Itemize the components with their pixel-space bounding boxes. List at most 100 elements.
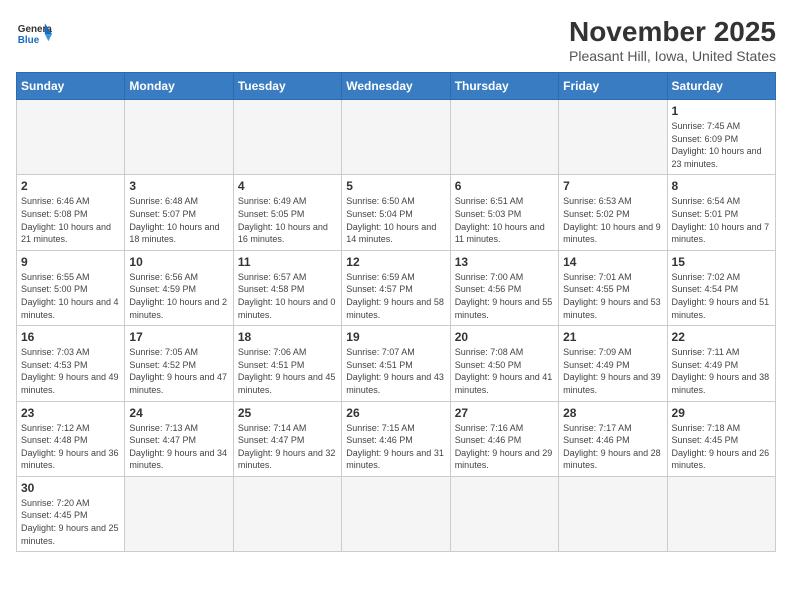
calendar-day: 16 Sunrise: 7:03 AMSunset: 4:53 PMDayligh… [17,326,125,401]
day-info: Sunrise: 7:16 AMSunset: 4:46 PMDaylight:… [455,422,554,472]
calendar-day: 6Sunrise: 6:51 AMSunset: 5:03 PMDaylight… [450,175,558,250]
calendar-day [559,100,667,175]
calendar-day: 7Sunrise: 6:53 AMSunset: 5:02 PMDaylight… [559,175,667,250]
calendar-day: 2Sunrise: 6:46 AMSunset: 5:08 PMDaylight… [17,175,125,250]
calendar-table: Sunday Monday Tuesday Wednesday Thursday… [16,72,776,552]
day-number: 30 [21,481,120,495]
day-number: 26 [346,406,445,420]
day-number: 19 [346,330,445,344]
calendar-day: 28Sunrise: 7:17 AMSunset: 4:46 PMDayligh… [559,401,667,476]
calendar-day: 22 Sunrise: 7:11 AMSunset: 4:49 PMDayligh… [667,326,775,401]
calendar-day [342,100,450,175]
day-info: Sunrise: 7:18 AMSunset: 4:45 PMDaylight:… [672,422,771,472]
day-number: 18 [238,330,337,344]
day-number: 27 [455,406,554,420]
col-thursday: Thursday [450,73,558,100]
day-info: Sunrise: 7:14 AMSunset: 4:47 PMDaylight:… [238,422,337,472]
calendar-day [233,100,341,175]
generalblue-logo-icon: General Blue [16,16,52,52]
day-number: 16 [21,330,120,344]
calendar-day [125,476,233,551]
col-friday: Friday [559,73,667,100]
calendar-day: 13 Sunrise: 7:00 AMSunset: 4:56 PMDayligh… [450,250,558,325]
col-tuesday: Tuesday [233,73,341,100]
day-number: 9 [21,255,120,269]
day-number: 15 [672,255,771,269]
col-monday: Monday [125,73,233,100]
calendar-week-row: 16 Sunrise: 7:03 AMSunset: 4:53 PMDayligh… [17,326,776,401]
day-info: Sunrise: 7:15 AMSunset: 4:46 PMDaylight:… [346,422,445,472]
calendar-day: 3Sunrise: 6:48 AMSunset: 5:07 PMDaylight… [125,175,233,250]
day-info: Sunrise: 6:53 AMSunset: 5:02 PMDaylight:… [563,195,662,245]
calendar-week-row: 2Sunrise: 6:46 AMSunset: 5:08 PMDaylight… [17,175,776,250]
calendar-day [450,476,558,551]
day-info: Sunrise: 7:09 AMSunset: 4:49 PMDaylight:… [563,346,662,396]
calendar-day: 19 Sunrise: 7:07 AMSunset: 4:51 PMDayligh… [342,326,450,401]
title-block: November 2025 Pleasant Hill, Iowa, Unite… [569,16,776,64]
calendar-day: 1Sunrise: 7:45 AMSunset: 6:09 PMDaylight… [667,100,775,175]
day-info: Sunrise: 6:50 AMSunset: 5:04 PMDaylight:… [346,195,445,245]
day-info: Sunrise: 7:13 AMSunset: 4:47 PMDaylight:… [129,422,228,472]
calendar-day: 24 Sunrise: 7:13 AMSunset: 4:47 PMDayligh… [125,401,233,476]
calendar-week-row: 9Sunrise: 6:55 AMSunset: 5:00 PMDaylight… [17,250,776,325]
day-number: 8 [672,179,771,193]
day-number: 13 [455,255,554,269]
day-info: Sunrise: 7:05 AMSunset: 4:52 PMDaylight:… [129,346,228,396]
calendar-day [667,476,775,551]
calendar-day: 27 Sunrise: 7:16 AMSunset: 4:46 PMDayligh… [450,401,558,476]
day-info: Sunrise: 6:48 AMSunset: 5:07 PMDaylight:… [129,195,228,245]
day-info: Sunrise: 6:51 AMSunset: 5:03 PMDaylight:… [455,195,554,245]
col-sunday: Sunday [17,73,125,100]
day-info: Sunrise: 7:12 AMSunset: 4:48 PMDaylight:… [21,422,120,472]
day-number: 24 [129,406,228,420]
calendar-day: 12 Sunrise: 6:59 AMSunset: 4:57 PMDayligh… [342,250,450,325]
calendar-day: 11Sunrise: 6:57 AMSunset: 4:58 PMDayligh… [233,250,341,325]
day-info: Sunrise: 6:59 AMSunset: 4:57 PMDaylight:… [346,271,445,321]
day-info: Sunrise: 7:20 AMSunset: 4:45 PMDaylight:… [21,497,120,547]
logo: General Blue [16,16,52,52]
day-info: Sunrise: 7:11 AMSunset: 4:49 PMDaylight:… [672,346,771,396]
calendar-subtitle: Pleasant Hill, Iowa, United States [569,48,776,64]
day-number: 12 [346,255,445,269]
calendar-day: 18 Sunrise: 7:06 AMSunset: 4:51 PMDayligh… [233,326,341,401]
day-info: Sunrise: 6:54 AMSunset: 5:01 PMDaylight:… [672,195,771,245]
calendar-day [342,476,450,551]
day-number: 5 [346,179,445,193]
day-info: Sunrise: 7:06 AMSunset: 4:51 PMDaylight:… [238,346,337,396]
calendar-day: 17 Sunrise: 7:05 AMSunset: 4:52 PMDayligh… [125,326,233,401]
calendar-day: 4 Sunrise: 6:49 AMSunset: 5:05 PMDaylight… [233,175,341,250]
day-number: 29 [672,406,771,420]
calendar-day: 5 Sunrise: 6:50 AMSunset: 5:04 PMDaylight… [342,175,450,250]
calendar-day: 30 Sunrise: 7:20 AMSunset: 4:45 PMDayligh… [17,476,125,551]
day-info: Sunrise: 7:00 AMSunset: 4:56 PMDaylight:… [455,271,554,321]
day-info: Sunrise: 7:07 AMSunset: 4:51 PMDaylight:… [346,346,445,396]
day-number: 17 [129,330,228,344]
calendar-day [17,100,125,175]
day-info: Sunrise: 6:49 AMSunset: 5:05 PMDaylight:… [238,195,337,245]
day-number: 11 [238,255,337,269]
svg-text:Blue: Blue [18,35,40,46]
calendar-day: 25 Sunrise: 7:14 AMSunset: 4:47 PMDayligh… [233,401,341,476]
day-number: 14 [563,255,662,269]
day-info: Sunrise: 7:17 AMSunset: 4:46 PMDaylight:… [563,422,662,472]
calendar-day [233,476,341,551]
calendar-day: 21 Sunrise: 7:09 AMSunset: 4:49 PMDayligh… [559,326,667,401]
day-number: 1 [672,104,771,118]
calendar-week-row: 23Sunrise: 7:12 AMSunset: 4:48 PMDayligh… [17,401,776,476]
day-number: 25 [238,406,337,420]
calendar-day [559,476,667,551]
day-info: Sunrise: 7:03 AMSunset: 4:53 PMDaylight:… [21,346,120,396]
day-number: 4 [238,179,337,193]
calendar-day: 15Sunrise: 7:02 AMSunset: 4:54 PMDayligh… [667,250,775,325]
day-number: 21 [563,330,662,344]
calendar-day: 14 Sunrise: 7:01 AMSunset: 4:55 PMDayligh… [559,250,667,325]
calendar-day: 10Sunrise: 6:56 AMSunset: 4:59 PMDayligh… [125,250,233,325]
calendar-day [125,100,233,175]
calendar-day: 29 Sunrise: 7:18 AMSunset: 4:45 PMDayligh… [667,401,775,476]
calendar-day: 9Sunrise: 6:55 AMSunset: 5:00 PMDaylight… [17,250,125,325]
day-number: 2 [21,179,120,193]
day-number: 22 [672,330,771,344]
col-saturday: Saturday [667,73,775,100]
day-info: Sunrise: 6:56 AMSunset: 4:59 PMDaylight:… [129,271,228,321]
day-info: Sunrise: 7:01 AMSunset: 4:55 PMDaylight:… [563,271,662,321]
